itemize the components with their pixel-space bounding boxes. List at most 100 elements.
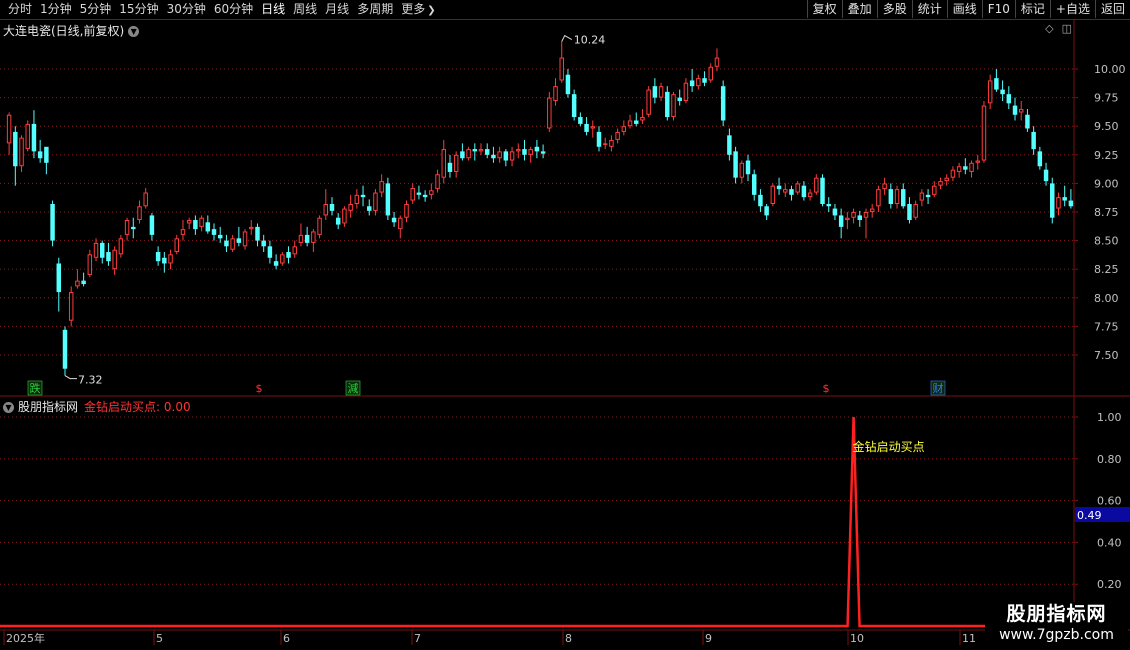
candle-body <box>987 80 993 104</box>
candle-body <box>280 254 285 264</box>
candle-body <box>447 162 453 172</box>
date-tick-label: 7 <box>414 632 421 645</box>
signal-marker-label: 減 <box>348 381 359 395</box>
candle-body <box>385 183 391 216</box>
watermark-logo: 股朋指标网 www.7gpzb.com <box>985 602 1128 648</box>
candle-body <box>19 137 24 167</box>
candle-body <box>329 203 335 211</box>
price-tick-label: 10.00 <box>1094 63 1126 76</box>
price-tick-label: 8.50 <box>1094 235 1119 248</box>
candle-body <box>994 78 999 90</box>
signal-marker-label: 财 <box>933 381 944 395</box>
candle-body <box>869 208 875 212</box>
candle-body <box>733 151 738 178</box>
candle-body <box>540 151 546 154</box>
candle-body <box>969 162 974 172</box>
date-tick-label: 9 <box>705 632 712 645</box>
chevron-down-icon[interactable]: ▼ <box>3 402 14 413</box>
candle-body <box>398 217 403 230</box>
indicator-signal-text: 金钻启动买点 <box>853 439 925 454</box>
candle-body <box>646 89 651 115</box>
candle-body <box>857 215 863 221</box>
candle-body <box>758 194 763 207</box>
high-pointer <box>561 34 572 42</box>
indicator-tick-label: 0.60 <box>1097 495 1122 508</box>
candle-body <box>751 174 757 195</box>
candle-body <box>44 146 49 163</box>
candle-body <box>429 190 434 195</box>
candle-body <box>913 203 918 218</box>
candle-body <box>478 149 484 152</box>
price-tick-label: 9.50 <box>1094 120 1119 133</box>
candle-body <box>578 117 583 124</box>
candle-body <box>571 94 577 118</box>
candle-body <box>292 246 297 255</box>
candle-body <box>124 220 130 235</box>
candle-body <box>261 240 266 247</box>
candle-body <box>553 86 558 102</box>
candle-body <box>938 181 943 186</box>
candle-body <box>559 57 564 81</box>
candle-body <box>118 238 124 255</box>
candle-body <box>634 120 639 124</box>
candle-body <box>1043 169 1049 182</box>
candle-body <box>373 192 378 211</box>
candle-body <box>609 139 614 147</box>
indicator-tick-label: 0.20 <box>1097 578 1122 591</box>
candle-body <box>304 234 310 243</box>
candle-body <box>894 189 900 204</box>
candle-body <box>416 192 422 195</box>
candle-body <box>745 160 751 175</box>
low-price-label: 7.32 <box>78 374 103 387</box>
candle-body <box>683 82 689 102</box>
candle-body <box>193 220 198 230</box>
candle-body <box>273 261 279 266</box>
candle-body <box>497 151 502 159</box>
candle-body <box>708 66 713 81</box>
indicator-title[interactable]: ▼ 股朋指标网 金钻启动买点: 0.00 <box>3 398 191 415</box>
indicator-tick-label: 0.40 <box>1097 536 1122 549</box>
date-tick-label: 5 <box>156 632 163 645</box>
candle-body <box>317 217 322 235</box>
candle-body <box>727 135 732 155</box>
candle-body <box>131 226 136 230</box>
candle-body <box>311 231 316 243</box>
candle-body <box>25 123 30 150</box>
candle-body <box>801 185 807 198</box>
candle-body <box>516 149 521 152</box>
indicator-value: 0.00 <box>163 400 191 414</box>
candle-body <box>242 231 248 247</box>
candle-body <box>832 208 838 216</box>
candle-body <box>404 203 409 218</box>
candle-body <box>1018 109 1024 113</box>
candle-body <box>162 257 167 264</box>
candle-body <box>31 123 37 152</box>
candle-body <box>814 177 819 193</box>
candle-body <box>466 149 471 159</box>
candle-body <box>298 234 304 243</box>
candle-body <box>615 131 620 140</box>
candle-body <box>702 78 707 83</box>
price-tick-label: 9.75 <box>1094 92 1119 105</box>
candle-body <box>255 226 260 241</box>
candle-body <box>776 185 782 190</box>
kline-chart[interactable]: 10.00 9.75 9.50 9.25 9.00 8.75 8.50 8.25 8.00 7.7… <box>0 0 1130 650</box>
date-tick-label: 8 <box>565 632 572 645</box>
candle-body <box>224 240 229 247</box>
candle-body <box>838 215 844 227</box>
candle-body <box>460 151 465 159</box>
candle-body <box>62 329 68 369</box>
candle-body <box>106 252 111 262</box>
candle-body <box>907 203 912 221</box>
candle-body <box>621 126 627 132</box>
candle-body <box>236 238 242 243</box>
candle-body <box>888 189 894 204</box>
candle-body <box>671 94 676 118</box>
candle-body <box>652 86 658 98</box>
candle-body <box>1037 151 1043 167</box>
candle-body <box>919 192 925 201</box>
candle-body <box>199 217 204 227</box>
candle-body <box>335 217 341 225</box>
candle-body <box>342 208 347 224</box>
candle-body <box>137 206 142 221</box>
